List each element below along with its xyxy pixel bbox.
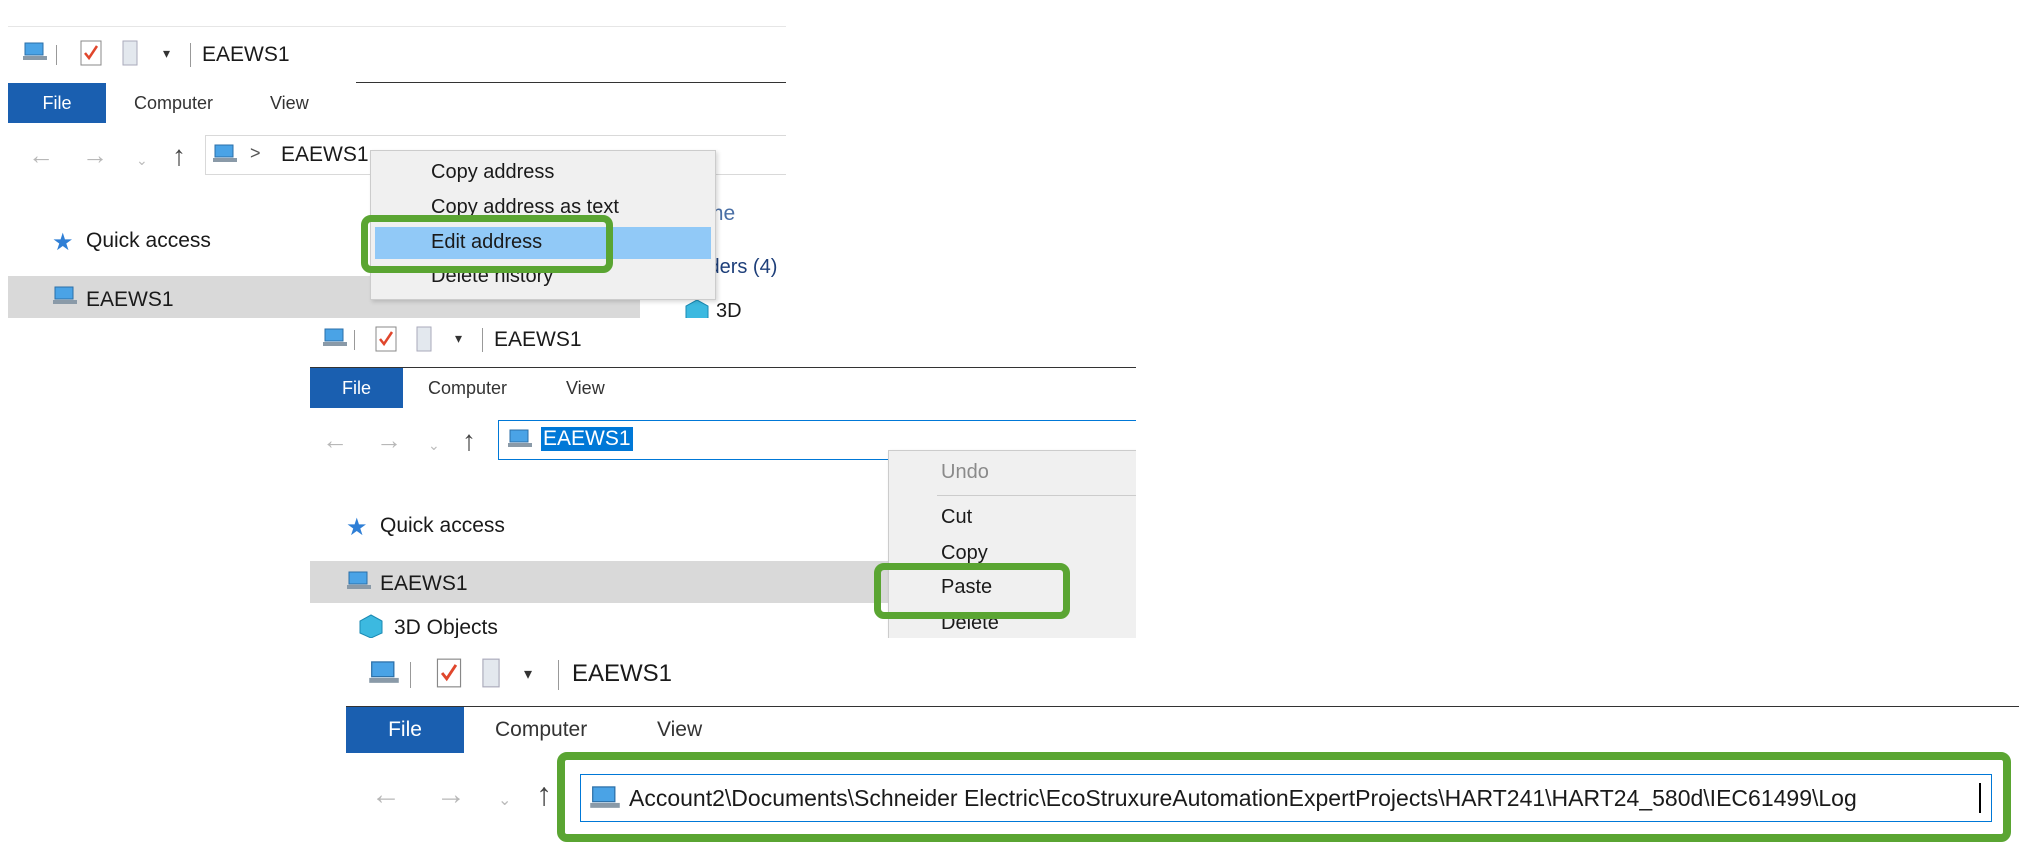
folder-icon[interactable] — [415, 326, 433, 357]
forward-arrow-icon[interactable]: → — [376, 427, 402, 453]
breadcrumb-location[interactable]: EAEWS1 — [281, 143, 369, 167]
file-tab[interactable]: File — [8, 83, 106, 123]
chevron-down-icon[interactable]: ⌄ — [498, 790, 511, 810]
computer-icon — [52, 284, 78, 313]
star-icon: ★ — [346, 514, 368, 541]
forward-arrow-icon[interactable]: → — [82, 142, 108, 168]
menu-item-cut[interactable]: Cut — [941, 506, 972, 529]
up-arrow-icon[interactable]: ↑ — [462, 427, 476, 455]
explorer-panel-2: ▾ EAEWS1 File Computer View ← → ⌄ ↑ EAEW… — [310, 318, 1136, 638]
file-tab[interactable]: File — [346, 707, 464, 753]
explorer-panel-3: ▾ EAEWS1 File Computer View ← → ⌄ ↑ Acco… — [336, 644, 2019, 845]
toolbar-separator — [558, 660, 559, 690]
star-icon: ★ — [52, 229, 74, 256]
checkmark-properties-icon[interactable] — [436, 658, 462, 693]
file-tab[interactable]: File — [310, 368, 403, 408]
folder-icon[interactable] — [480, 658, 502, 693]
back-arrow-icon[interactable]: ← — [28, 142, 54, 168]
computer-icon — [322, 326, 348, 355]
window-title: EAEWS1 — [572, 660, 673, 687]
folder-icon[interactable] — [121, 40, 139, 71]
tab-computer[interactable]: Computer — [428, 378, 507, 399]
back-arrow-icon[interactable]: ← — [322, 427, 348, 453]
up-arrow-icon[interactable]: ↑ — [172, 142, 186, 170]
menu-item-copy-address[interactable]: Copy address — [431, 161, 554, 184]
up-arrow-icon[interactable]: ↑ — [536, 778, 552, 810]
tab-view[interactable]: View — [566, 378, 605, 399]
breadcrumb-separator[interactable]: > — [250, 143, 261, 164]
dropdown-icon[interactable]: ▾ — [455, 330, 462, 347]
toolbar-separator — [410, 662, 411, 688]
menu-item-copy[interactable]: Copy — [941, 542, 988, 565]
checkmark-properties-icon[interactable] — [80, 40, 102, 71]
toolbar-separator — [482, 328, 483, 352]
ribbon-top-line — [346, 706, 2019, 707]
nav-3d-objects[interactable]: 3D Objects — [394, 616, 498, 638]
highlight-paste — [874, 563, 1070, 619]
item-3d-objects[interactable]: 3D Obje — [716, 300, 786, 318]
computer-icon — [212, 142, 238, 171]
highlight-address-path — [557, 752, 2011, 842]
cube-icon — [358, 613, 384, 638]
menu-separator — [937, 495, 1136, 496]
chevron-down-icon[interactable]: ⌄ — [428, 437, 440, 454]
explorer-panel-1: ▾ EAEWS1 File Computer View ← → ⌄ ↑ > EA… — [8, 0, 786, 318]
nav-this-pc[interactable]: EAEWS1 — [86, 288, 174, 312]
tab-view[interactable]: View — [657, 718, 702, 742]
dropdown-icon[interactable]: ▾ — [524, 664, 532, 684]
ribbon-top-line — [356, 82, 786, 83]
nav-this-pc[interactable]: EAEWS1 — [380, 572, 468, 596]
highlight-edit-address — [361, 215, 613, 273]
window-title: EAEWS1 — [202, 43, 290, 66]
window-title: EAEWS1 — [494, 328, 582, 351]
address-selected-text[interactable]: EAEWS1 — [541, 427, 633, 451]
nav-quick-access[interactable]: Quick access — [380, 514, 505, 538]
forward-arrow-icon[interactable]: → — [436, 780, 466, 810]
toolbar-separator — [56, 45, 57, 65]
ribbon-top-line — [310, 367, 1136, 368]
computer-icon — [368, 658, 400, 693]
computer-icon — [346, 569, 372, 598]
computer-icon — [507, 427, 533, 456]
tab-view[interactable]: View — [270, 93, 309, 114]
toolbar-separator — [354, 330, 355, 350]
checkmark-properties-icon[interactable] — [375, 326, 397, 357]
back-arrow-icon[interactable]: ← — [371, 780, 401, 810]
chevron-down-icon[interactable]: ⌄ — [136, 152, 148, 169]
nav-quick-access[interactable]: Quick access — [86, 229, 211, 253]
menu-item-undo: Undo — [941, 461, 989, 483]
toolbar-separator — [190, 43, 191, 67]
cube-icon — [684, 298, 710, 318]
computer-icon — [22, 40, 48, 69]
previous-toolbar-remnant — [8, 0, 786, 27]
dropdown-icon[interactable]: ▾ — [163, 45, 170, 62]
tab-computer[interactable]: Computer — [134, 93, 213, 114]
tab-computer[interactable]: Computer — [495, 718, 587, 742]
